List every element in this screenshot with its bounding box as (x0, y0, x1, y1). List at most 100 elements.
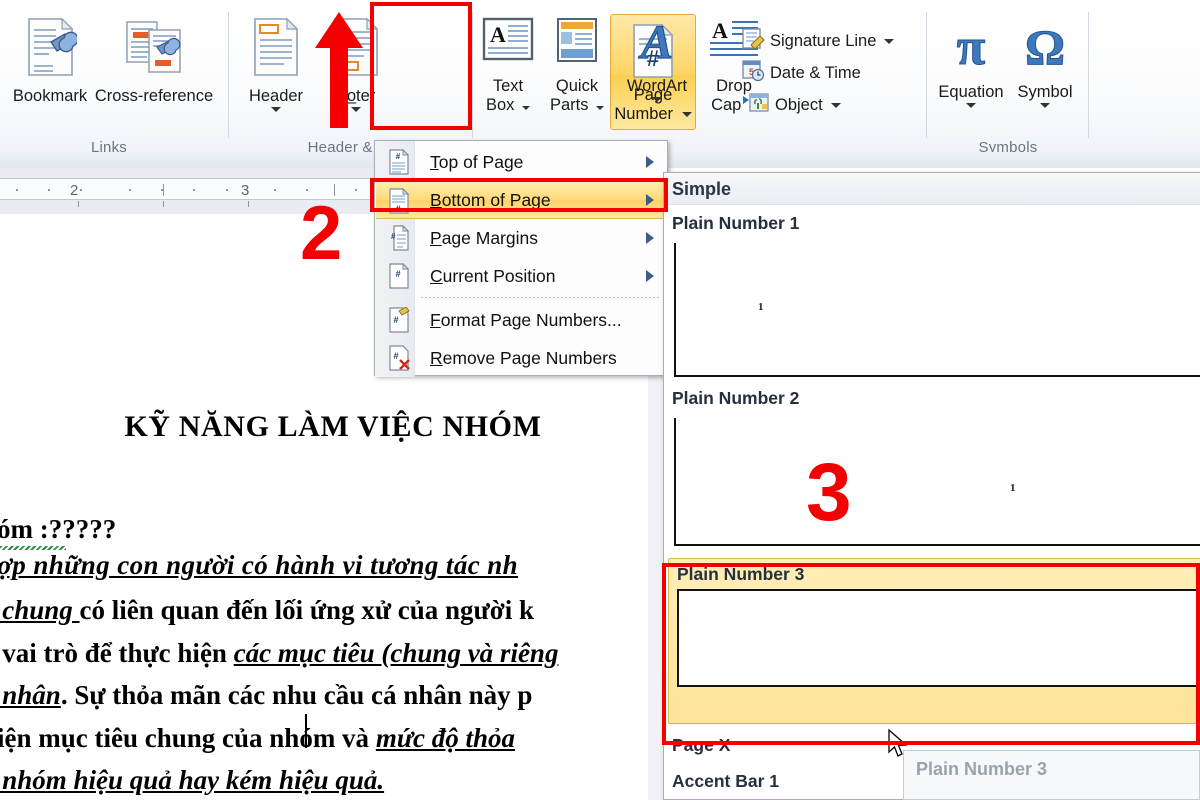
svg-text:#: # (395, 204, 400, 214)
menu-item-bottom-of-page-label: Bottom of Page (430, 189, 551, 210)
ribbon-group-text: A Text Box Quick Parts A WordArt A Drop … (474, 6, 934, 162)
annotation-arrow-1 (311, 10, 367, 135)
tab-stop[interactable] (78, 201, 79, 207)
chevron-down-icon[interactable] (271, 107, 281, 112)
page-number-margins-icon: # (388, 224, 410, 251)
chevron-down-icon[interactable] (522, 106, 531, 110)
drop-cap-label-line2: Cap (711, 96, 742, 114)
chevron-down-icon[interactable] (652, 97, 662, 102)
ruler-number-3: 3 (241, 182, 250, 199)
ruler-dot (129, 189, 131, 191)
object-button[interactable]: Object (742, 92, 841, 119)
ruler-dot (80, 189, 82, 191)
svg-text:#: # (391, 232, 396, 241)
wordart-button[interactable]: A WordArt (614, 15, 700, 102)
document-line-5-emph: á nhân (0, 680, 61, 710)
chevron-down-icon[interactable] (966, 103, 976, 108)
quick-parts-button[interactable]: Quick Parts (542, 16, 612, 115)
text-box-button[interactable]: A Text Box (476, 16, 540, 115)
date-time-button[interactable]: 5 Date & Time (742, 60, 861, 87)
submenu-arrow-icon (646, 270, 654, 282)
menu-separator (421, 297, 661, 298)
page-number-dropdown-menu[interactable]: # Top of Page # Bottom of Page # Page Ma… (374, 140, 668, 377)
ruler-number-2: 2 (70, 182, 79, 199)
gallery-tooltip: Plain Number 3 (903, 750, 1200, 800)
signature-line-icon (742, 28, 765, 55)
menu-item-top-of-page-label: Top of Page (430, 151, 524, 172)
menu-item-page-margins[interactable]: # Page Margins (376, 219, 668, 257)
quick-parts-icon (542, 16, 612, 73)
header-label: Header (248, 87, 304, 105)
bookmark-label: Bookmark (12, 87, 88, 105)
submenu-arrow-icon (646, 156, 654, 168)
gallery-section-label-accent-bar-1: Accent Bar 1 (672, 771, 779, 791)
menu-item-current-position-label: Current Position (430, 265, 556, 286)
omega-icon: Ω (1008, 16, 1082, 79)
quick-parts-label-line2: Parts (549, 96, 589, 114)
ribbon-group-links: Bookmark Cross-reference Links (0, 6, 218, 162)
svg-text:#: # (393, 315, 398, 325)
ruler-dot (226, 189, 228, 191)
svg-text:#: # (395, 269, 400, 279)
gallery-section-label-page-x: Page X (672, 735, 731, 755)
gallery-preview-plain-number-3 (677, 589, 1198, 687)
gallery-preview-plain-number-2[interactable]: 1 (674, 418, 1200, 546)
document-line-4: à vai trò để thực hiện các mục tiêu (chu… (0, 638, 558, 669)
object-icon (742, 92, 770, 119)
document-line-6: hiện mục tiêu chung của nhóm và mức độ t… (0, 723, 515, 754)
object-label: Object (775, 96, 823, 114)
menu-item-current-position[interactable]: # Current Position (376, 257, 668, 295)
cross-reference-button[interactable]: Cross-reference (92, 16, 216, 106)
tab-stop[interactable] (163, 201, 164, 207)
menu-item-remove-page-numbers[interactable]: # Remove Page Numbers (376, 339, 668, 377)
svg-text:#: # (396, 152, 401, 161)
text-box-label-line2: Box (485, 96, 515, 114)
page-number-gallery[interactable]: Simple Plain Number 1 1 Plain Number 2 1… (663, 172, 1200, 800)
document-line-3-rest: có liên quan đến lối ứng xử của người k (79, 595, 534, 625)
wordart-icon: A (614, 15, 700, 73)
document-line-6-lead: hiện mục tiêu chung của nhóm và (0, 723, 376, 753)
ribbon-group-symbols: π Equation Ω Symbol Symbols (930, 6, 1086, 162)
text-cursor (305, 714, 307, 748)
ruler-dot (355, 189, 357, 191)
gallery-preview-plain-number-1[interactable]: 1 (674, 243, 1200, 377)
header-icon (236, 16, 316, 83)
document-line-7: o nhóm hiệu quả hay kém hiệu quả. (0, 765, 385, 795)
equation-label: Equation (938, 83, 1004, 101)
preview-page-number: 1 (758, 301, 764, 313)
bookmark-button[interactable]: Bookmark (4, 16, 96, 106)
svg-text:Ω: Ω (1025, 19, 1065, 74)
gallery-item-plain-number-3[interactable]: Plain Number 3 (668, 558, 1200, 724)
bookmark-icon (4, 16, 96, 83)
symbol-label: Symbol (1017, 83, 1073, 101)
menu-item-format-page-numbers-label: Format Page Numbers... (430, 309, 622, 330)
format-page-numbers-icon: # (388, 306, 410, 333)
remove-page-numbers-icon: # (388, 345, 410, 371)
date-time-label: Date & Time (770, 64, 861, 82)
tab-stop[interactable] (248, 201, 249, 207)
chevron-down-icon[interactable] (596, 106, 605, 110)
menu-item-format-page-numbers[interactable]: # Format Page Numbers... (376, 301, 668, 339)
annotation-step-2: 2 (300, 191, 343, 276)
group-separator (926, 12, 927, 138)
document-line-6-emph: mức độ thỏa (375, 723, 515, 753)
chevron-down-icon[interactable] (1040, 103, 1050, 108)
ruler-dot (48, 189, 50, 191)
chevron-down-icon[interactable] (884, 39, 895, 44)
header-button[interactable]: Header (236, 16, 316, 112)
signature-line-button[interactable]: Signature Line (742, 28, 895, 55)
symbol-button[interactable]: Ω Symbol (1008, 16, 1082, 108)
gallery-item-title-plain-number-1: Plain Number 1 (672, 213, 800, 233)
ruler-dot (193, 189, 195, 191)
menu-item-top-of-page[interactable]: # Top of Page (376, 143, 668, 181)
document-line-3: g chung có liên quan đến lối ứng xử của … (0, 595, 534, 626)
chevron-down-icon[interactable] (830, 103, 841, 108)
document-line-4-emph: các mục tiêu (chung và riêng (233, 638, 559, 668)
menu-item-bottom-of-page[interactable]: # Bottom of Page (376, 181, 668, 219)
annotation-step-3: 3 (806, 447, 852, 538)
ruler-half-tick (163, 184, 164, 196)
svg-text:#: # (393, 351, 398, 361)
text-box-icon: A (476, 16, 540, 73)
equation-button[interactable]: π Equation (934, 16, 1008, 108)
gallery-section-header-simple: Simple (664, 173, 1200, 205)
